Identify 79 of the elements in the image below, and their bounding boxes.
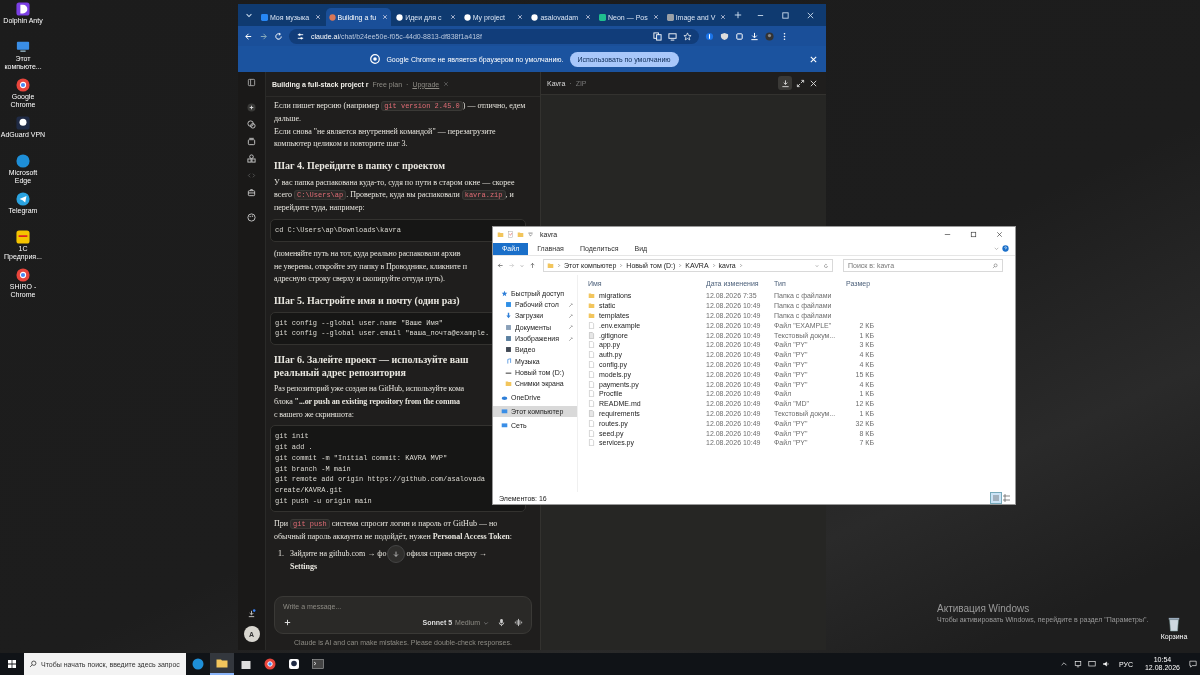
maximize-icon[interactable] xyxy=(969,230,978,239)
music-note-icon xyxy=(505,357,512,365)
tiles-view-icon[interactable] xyxy=(1002,493,1012,503)
app-icon[interactable] xyxy=(16,116,30,130)
plus-icon[interactable] xyxy=(283,618,292,627)
profile-avatar-icon[interactable] xyxy=(765,31,774,41)
step-heading: Шаг 4. Перейдите в папку с проектом xyxy=(273,160,445,173)
down-arrow-icon[interactable] xyxy=(392,550,401,559)
folder-icon xyxy=(547,262,554,269)
taskbar-app-button[interactable] xyxy=(210,653,234,675)
windows-logo-icon[interactable] xyxy=(7,659,17,669)
monitor-icon[interactable] xyxy=(16,40,30,54)
chevron-up-icon[interactable] xyxy=(1059,660,1068,668)
monitor-icon xyxy=(501,408,508,416)
expand-icon[interactable] xyxy=(796,78,805,88)
folder-icon xyxy=(505,380,512,388)
notification-icon[interactable] xyxy=(1189,660,1197,668)
folder-icon xyxy=(497,231,504,238)
projects-icon[interactable] xyxy=(247,137,256,146)
list-item-text: офиля справа сверху → xyxy=(406,548,487,560)
site-icon xyxy=(666,13,674,21)
message-paragraph: Раз репозиторий уже создан на GitHub, используйте кома блока "...or push an existing repository from the comma с вашего же скриншота: xyxy=(273,383,464,421)
site-icon xyxy=(328,13,336,21)
chat-bubble-icon[interactable] xyxy=(247,120,256,129)
maximize-icon[interactable] xyxy=(781,10,791,20)
browser-icon[interactable] xyxy=(16,268,30,282)
chrome-logo-icon xyxy=(370,54,381,64)
list-number: 1. xyxy=(278,548,284,560)
app-icon[interactable] xyxy=(16,230,30,244)
download-icon[interactable] xyxy=(247,609,256,618)
scroll-down-button[interactable] xyxy=(387,545,406,564)
voice-wave-icon[interactable] xyxy=(514,618,523,627)
step-heading: Шаг 6. Залейте проект — используйте ваш реальный адрес репозитория xyxy=(273,354,470,380)
install-app-icon[interactable] xyxy=(668,31,677,41)
terminal-icon[interactable] xyxy=(312,658,324,670)
app-icon[interactable] xyxy=(16,2,30,16)
new-chat-icon[interactable] xyxy=(247,103,256,112)
browser-icon[interactable] xyxy=(16,78,30,92)
step-heading: Шаг 5. Настройте имя и почту (один раз) xyxy=(273,295,460,308)
site-settings-icon[interactable] xyxy=(296,31,305,41)
site-icon xyxy=(463,13,471,21)
message-paragraph: (поменяйте путь на тот, куда реально распаковали архив не уверены, откройте эту папку в Проводнике, кликните п адресную строку сверху и скопируйте оттуда путь). xyxy=(273,247,467,286)
shapes-icon[interactable] xyxy=(247,154,256,163)
network-icon xyxy=(501,422,508,430)
forward-icon[interactable] xyxy=(259,31,268,41)
up-arrow-icon[interactable] xyxy=(529,262,536,269)
activation-title: Активация Windows xyxy=(937,603,1031,614)
help-icon[interactable] xyxy=(1002,245,1009,252)
shopping-bag-icon[interactable] xyxy=(240,658,252,670)
network-icon[interactable] xyxy=(1073,660,1082,668)
microphone-icon[interactable] xyxy=(497,618,506,627)
list-item-text: Зайдите на github.com → фо xyxy=(290,548,387,560)
speaker-icon[interactable] xyxy=(1101,660,1110,668)
translate-icon[interactable] xyxy=(653,31,662,41)
down-arrow-icon xyxy=(505,312,512,320)
puzzle-icon[interactable] xyxy=(735,31,744,41)
cloud-icon xyxy=(501,394,508,402)
bookmark-star-icon[interactable] xyxy=(683,31,692,41)
site-icon xyxy=(260,13,268,21)
site-icon xyxy=(531,13,539,21)
folder-icon[interactable] xyxy=(216,657,228,669)
app-icon[interactable] xyxy=(288,658,300,670)
paper-plane-icon[interactable] xyxy=(16,192,30,206)
browser-icon[interactable] xyxy=(264,658,276,670)
search-icon xyxy=(29,660,37,668)
trash-bin-icon[interactable] xyxy=(1167,616,1181,632)
site-icon xyxy=(396,13,404,21)
monitor-icon xyxy=(505,301,512,309)
extension-icon[interactable] xyxy=(705,31,714,41)
back-icon[interactable] xyxy=(497,262,504,269)
star-icon xyxy=(501,290,508,297)
briefcase-icon[interactable] xyxy=(247,188,256,197)
palette-icon[interactable] xyxy=(247,213,256,222)
list-item-text: Settings xyxy=(290,560,319,573)
reload-icon[interactable] xyxy=(274,31,283,41)
sidebar-toggle-icon[interactable] xyxy=(247,78,256,87)
monitor-icon[interactable] xyxy=(1087,660,1096,668)
shield-icon[interactable] xyxy=(720,31,729,41)
site-icon xyxy=(599,13,607,21)
